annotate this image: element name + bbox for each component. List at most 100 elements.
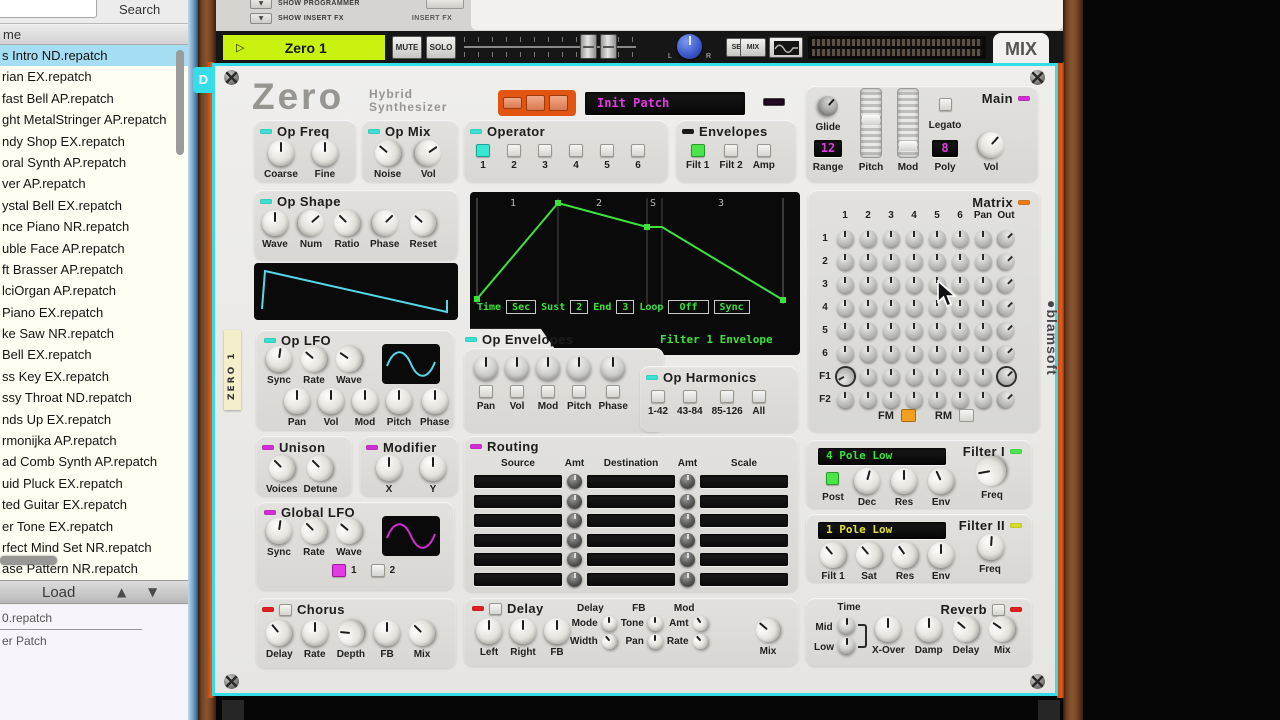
play-arrow-icon[interactable]: ▷ — [236, 41, 244, 54]
patch-list-item[interactable]: oral Synth AP.repatch — [0, 152, 188, 173]
matrix-knob-5-5[interactable] — [928, 321, 946, 339]
routing-destination-display[interactable] — [587, 494, 675, 508]
matrix-knob-5-4[interactable] — [905, 321, 923, 339]
routing-source-display[interactable] — [474, 494, 562, 508]
knob[interactable] — [374, 620, 401, 646]
main-vol-knob[interactable] — [972, 126, 1010, 164]
zero-synthesizer-device[interactable]: ZERO 1 Zero Hybrid Synthesizer Init Patch… — [212, 63, 1060, 696]
matrix-knob-F1-6[interactable] — [951, 367, 969, 385]
vertical-scrollbar[interactable] — [176, 48, 185, 348]
matrix-knob-2-Out[interactable] — [993, 248, 1019, 274]
rate-knob[interactable] — [689, 630, 711, 653]
search-button[interactable]: Search — [119, 2, 160, 17]
matrix-knob-6-3[interactable] — [882, 344, 900, 362]
search-input[interactable] — [0, 0, 97, 18]
knob[interactable] — [601, 356, 626, 380]
knob[interactable] — [262, 210, 288, 236]
matrix-knob-3-1[interactable] — [836, 275, 854, 293]
delay-enable-button[interactable] — [489, 602, 502, 615]
knob[interactable] — [536, 356, 560, 380]
rm-button[interactable] — [959, 409, 974, 422]
knob[interactable] — [476, 618, 502, 644]
routing-source-display[interactable] — [474, 475, 562, 488]
global-lfo-wave-display[interactable] — [382, 516, 440, 556]
knob[interactable] — [302, 449, 339, 487]
toggle-button[interactable] — [724, 144, 739, 157]
knob[interactable] — [544, 618, 570, 644]
previous-patch-button[interactable]: ▲ — [117, 585, 126, 599]
glide-knob[interactable] — [813, 91, 843, 121]
toggle-button[interactable] — [370, 564, 385, 577]
routing-scale-display[interactable] — [700, 494, 788, 508]
scrollbar-thumb[interactable] — [0, 556, 57, 565]
matrix-knob-6-4[interactable] — [905, 344, 923, 362]
toggle-button[interactable] — [631, 144, 645, 157]
toggle-button[interactable] — [507, 144, 521, 157]
matrix-knob-F2-Out[interactable] — [993, 386, 1019, 412]
chorus-enable-button[interactable] — [279, 603, 292, 616]
toggle-button[interactable] — [476, 144, 490, 157]
routing-scale-display[interactable] — [700, 475, 788, 488]
matrix-knob-2-5[interactable] — [928, 252, 946, 270]
mute-button[interactable]: MUTE — [392, 36, 422, 59]
loop-mode-box[interactable]: Off — [668, 300, 709, 314]
patch-name-display[interactable]: Init Patch — [585, 92, 745, 115]
poly-display[interactable]: 8 — [932, 140, 958, 157]
reverb-low-knob[interactable] — [838, 637, 855, 654]
pitch-wheel[interactable] — [860, 88, 882, 158]
show-programmer-toggle[interactable]: ▼ — [250, 0, 272, 9]
matrix-knob-F2-3[interactable] — [882, 390, 900, 408]
filter2-type-display[interactable]: 1 Pole Low — [818, 522, 946, 539]
reverb-mid-knob[interactable] — [838, 617, 855, 634]
filter1-post-button[interactable] — [826, 472, 839, 485]
load-button[interactable]: Load — [42, 584, 75, 601]
device-fold-tab[interactable]: D — [193, 67, 214, 93]
routing-amt-knob[interactable] — [567, 571, 582, 587]
knob[interactable] — [330, 512, 368, 550]
knob[interactable] — [421, 388, 448, 414]
routing-scale-display[interactable] — [700, 514, 788, 527]
matrix-knob-2-3[interactable] — [882, 252, 900, 270]
knob[interactable] — [875, 616, 902, 642]
matrix-knob-F1-1[interactable] — [833, 364, 857, 388]
knob[interactable] — [366, 204, 404, 242]
knob[interactable] — [567, 356, 592, 380]
routing-source-display[interactable] — [474, 533, 562, 547]
amt-knob[interactable] — [689, 613, 711, 634]
knob[interactable] — [261, 614, 298, 652]
knob[interactable] — [292, 204, 330, 242]
routing-amt2-knob[interactable] — [680, 571, 695, 587]
routing-amt2-knob[interactable] — [680, 552, 695, 567]
patch-list-item[interactable]: ver AP.repatch — [0, 173, 188, 194]
knob[interactable] — [376, 455, 402, 481]
knob[interactable] — [311, 140, 338, 166]
routing-scale-display[interactable] — [700, 533, 788, 547]
matrix-knob-6-1[interactable] — [836, 344, 854, 362]
knob[interactable] — [318, 388, 344, 414]
reverb-enable-button[interactable] — [992, 603, 1005, 616]
mod-wheel[interactable] — [897, 88, 919, 158]
pan-knob[interactable] — [677, 34, 702, 59]
routing-destination-display[interactable] — [587, 514, 675, 527]
scrollbar-thumb[interactable] — [176, 50, 184, 155]
knob[interactable] — [403, 614, 441, 652]
patch-list-item[interactable]: ndy Shop EX.repatch — [0, 131, 188, 152]
knob[interactable] — [851, 465, 883, 497]
legato-button[interactable] — [939, 98, 952, 111]
routing-source-display[interactable] — [474, 553, 562, 566]
patch-list-item[interactable]: er Tone EX.repatch — [0, 516, 188, 537]
routing-amt2-knob[interactable] — [680, 493, 695, 509]
mix-tab[interactable]: MIX — [993, 33, 1049, 63]
knob[interactable] — [947, 610, 985, 648]
matrix-knob-5-1[interactable] — [836, 321, 854, 339]
knob[interactable] — [505, 356, 529, 380]
next-patch-button[interactable]: ▼ — [148, 585, 157, 599]
knob[interactable] — [263, 449, 301, 487]
patch-list-item[interactable]: nds Up EX.repatch — [0, 409, 188, 430]
matrix-knob-2-6[interactable] — [951, 252, 969, 270]
end-value-box[interactable]: 3 — [616, 300, 635, 314]
filter1-type-display[interactable]: 4 Pole Low — [818, 448, 946, 465]
matrix-knob-5-Pan[interactable] — [974, 321, 992, 339]
matrix-knob-6-6[interactable] — [951, 344, 969, 362]
knob[interactable] — [923, 463, 959, 499]
